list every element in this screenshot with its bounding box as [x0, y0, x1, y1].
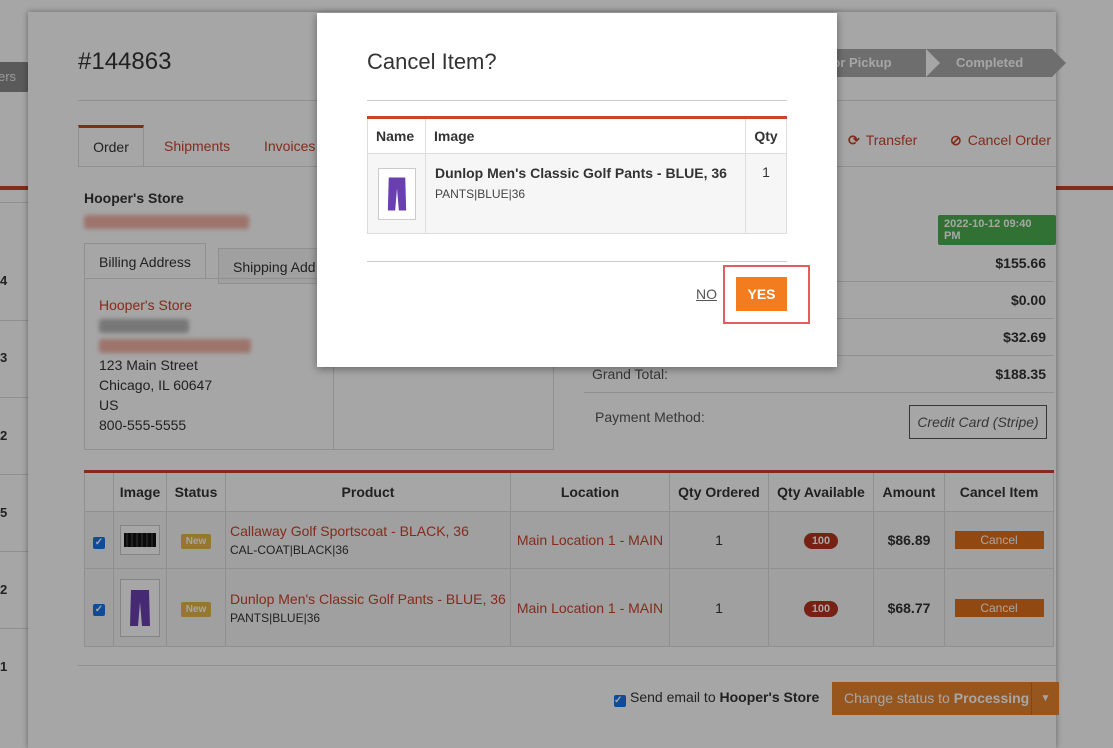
column-header-image: Image	[425, 117, 746, 154]
table-header-row: Name Image Qty	[367, 117, 787, 154]
table-row: Dunlop Men's Classic Golf Pants - BLUE, …	[367, 153, 787, 234]
dialog-items-table: Name Image Qty Dunlop Men's Classic Golf…	[367, 116, 787, 234]
product-thumbnail	[377, 167, 416, 220]
cancel-item-dialog: Cancel Item? Name Image Qty Dunlop Men's…	[317, 13, 837, 367]
dialog-title: Cancel Item?	[367, 49, 497, 74]
dialog-product-sku: PANTS|BLUE|36	[435, 187, 526, 201]
no-button[interactable]: NO	[696, 286, 717, 302]
dialog-footer-divider	[367, 261, 787, 262]
column-header-qty: Qty	[745, 117, 787, 154]
column-header-name: Name	[367, 117, 426, 154]
yes-button[interactable]: YES	[736, 277, 787, 311]
dialog-qty: 1	[745, 153, 787, 234]
dialog-product-cell: Dunlop Men's Classic Golf Pants - BLUE, …	[425, 153, 746, 234]
dialog-product-name: Dunlop Men's Classic Golf Pants - BLUE, …	[435, 165, 727, 181]
pants-image	[387, 177, 406, 210]
dialog-image-cell	[367, 153, 426, 234]
dialog-title-divider	[367, 100, 787, 101]
